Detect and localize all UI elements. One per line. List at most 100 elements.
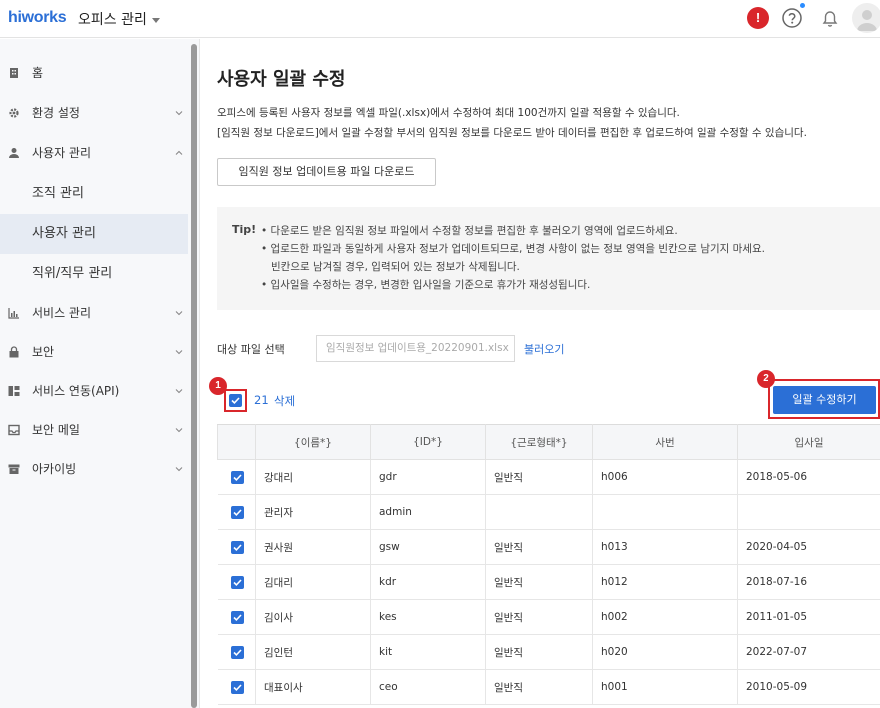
cell-name: 강대리 xyxy=(255,459,371,495)
chevron-down-icon xyxy=(175,350,183,355)
sidebar-item-services[interactable]: 서비스 관리 xyxy=(0,294,188,332)
cell-employee-number: h002 xyxy=(592,599,738,635)
row-checkbox-cell xyxy=(217,564,256,600)
description-line-2: [임직원 정보 다운로드]에서 일괄 수정할 부서의 임직원 정보를 다운로드 … xyxy=(217,127,807,139)
help-icon[interactable] xyxy=(781,7,803,29)
cell-employment-type: 일반직 xyxy=(485,669,593,705)
tip-line: 빈칸으로 남겨질 경우, 입력되어 있는 정보가 삭제됩니다. xyxy=(271,261,520,273)
row-checkbox[interactable] xyxy=(230,541,244,554)
page-title: 사용자 일괄 수정 xyxy=(217,69,346,90)
office-menu-label: 오피스 관리 xyxy=(78,12,147,28)
chevron-down-icon xyxy=(175,428,183,433)
row-checkbox[interactable] xyxy=(230,576,244,589)
file-select-label: 대상 파일 선택 xyxy=(217,343,285,356)
sidebar-item-security[interactable]: 보안 xyxy=(0,333,188,371)
hiworks-logo[interactable]: hiworks xyxy=(8,9,67,27)
cell-name: 김인턴 xyxy=(255,634,371,670)
cell-employee-number: h006 xyxy=(592,459,738,495)
cell-hire-date: 2018-05-06 xyxy=(737,459,880,495)
cell-id: admin xyxy=(370,494,486,530)
cell-name: 대표이사 xyxy=(255,669,371,705)
row-checkbox[interactable] xyxy=(230,646,244,659)
row-checkbox[interactable] xyxy=(230,506,244,519)
column-header-id[interactable]: {ID*} xyxy=(370,424,486,460)
sidebar-item-label: 보안 메일 xyxy=(32,423,80,437)
cell-hire-date: 2010-05-09 xyxy=(737,669,880,705)
table-row[interactable]: 김인턴 kit 일반직 h020 2022-07-07 xyxy=(217,634,880,670)
cell-employee-number: h012 xyxy=(592,564,738,600)
sidebar-item-label: 홈 xyxy=(32,66,44,80)
row-checkbox[interactable] xyxy=(230,471,244,484)
sidebar-item-home[interactable]: 홈 xyxy=(0,54,188,92)
sidebar-item-label: 아카이빙 xyxy=(32,462,77,476)
table-row[interactable]: 관리자 admin xyxy=(217,494,880,530)
cell-employment-type xyxy=(485,494,593,530)
load-file-link[interactable]: 불러오기 xyxy=(524,341,564,357)
column-header-employee-number[interactable]: 사번 xyxy=(592,424,738,460)
table-row[interactable]: 김이사 kes 일반직 h002 2011-01-05 xyxy=(217,599,880,635)
delete-link[interactable]: 삭제 xyxy=(274,393,295,409)
file-input[interactable]: 임직원정보 업데이트용_20220901.xlsx xyxy=(316,335,515,362)
cell-id: gdr xyxy=(370,459,486,495)
row-checkbox-cell xyxy=(217,529,256,565)
mail-icon xyxy=(8,424,20,436)
row-checkbox-cell xyxy=(217,459,256,495)
row-checkbox[interactable] xyxy=(230,681,244,694)
sidebar-scrollbar[interactable] xyxy=(191,44,197,708)
sidebar-subitem-label: 조직 관리 xyxy=(32,186,84,201)
sidebar-item-secure-mail[interactable]: 보안 메일 xyxy=(0,411,188,449)
cell-employment-type: 일반직 xyxy=(485,564,593,600)
chevron-down-icon xyxy=(175,311,183,316)
table-row[interactable]: 강대리 gdr 일반직 h006 2018-05-06 xyxy=(217,459,880,495)
cell-employee-number xyxy=(592,494,738,530)
select-all-checkbox[interactable] xyxy=(229,394,242,407)
bulk-edit-button[interactable]: 일괄 수정하기 xyxy=(773,386,876,414)
cell-hire-date: 2022-07-07 xyxy=(737,634,880,670)
cell-employee-number: h001 xyxy=(592,669,738,705)
chevron-down-icon xyxy=(175,389,183,394)
row-checkbox-cell xyxy=(217,494,256,530)
sidebar-item-users[interactable]: 사용자 관리 xyxy=(0,134,188,172)
download-template-button[interactable]: 임직원 정보 업데이트용 파일 다운로드 xyxy=(217,158,436,186)
cell-employee-number: h013 xyxy=(592,529,738,565)
cell-name: 권사원 xyxy=(255,529,371,565)
caret-down-icon xyxy=(151,17,160,23)
sidebar-item-label: 사용자 관리 xyxy=(32,146,92,160)
row-checkbox-cell xyxy=(217,599,256,635)
cell-id: kdr xyxy=(370,564,486,600)
cell-name: 김이사 xyxy=(255,599,371,635)
description-line-1: 오피스에 등록된 사용자 정보를 엑셀 파일(.xlsx)에서 수정하여 최대 … xyxy=(217,107,680,119)
sidebar-item-api[interactable]: 서비스 연동(API) xyxy=(0,372,188,410)
sidebar-item-label: 환경 설정 xyxy=(32,106,80,120)
sidebar-item-archiving[interactable]: 아카이빙 xyxy=(0,450,188,488)
table-row[interactable]: 권사원 gsw 일반직 h013 2020-04-05 xyxy=(217,529,880,565)
archive-icon xyxy=(8,464,20,474)
chart-icon xyxy=(8,308,19,319)
bell-icon[interactable] xyxy=(819,7,841,29)
cell-name: 관리자 xyxy=(255,494,371,530)
cell-id: kit xyxy=(370,634,486,670)
tip-box: Tip! • 다운로드 받은 임직원 정보 파일에서 수정할 정보를 편집한 후… xyxy=(217,207,880,310)
sidebar-item-settings[interactable]: 환경 설정 xyxy=(0,94,188,132)
row-checkbox[interactable] xyxy=(230,611,244,624)
office-menu[interactable]: 오피스 관리 xyxy=(78,9,160,29)
cell-employee-number: h020 xyxy=(592,634,738,670)
column-header-name[interactable]: {이름*} xyxy=(255,424,371,460)
sidebar-subitem-users[interactable]: 사용자 관리 xyxy=(0,214,188,254)
column-header-employment-type[interactable]: {근로형태*} xyxy=(485,424,593,460)
sidebar-item-label: 서비스 연동(API) xyxy=(32,384,120,398)
column-header-hire-date[interactable]: 입사일 xyxy=(737,424,880,460)
sidebar-subitem-positions[interactable]: 직위/직무 관리 xyxy=(0,254,188,294)
table-row[interactable]: 김대리 kdr 일반직 h012 2018-07-16 xyxy=(217,564,880,600)
alert-icon[interactable]: ! xyxy=(747,7,769,29)
avatar[interactable] xyxy=(852,3,880,33)
row-checkbox-cell xyxy=(217,634,256,670)
cell-hire-date xyxy=(737,494,880,530)
cell-id: gsw xyxy=(370,529,486,565)
selected-count: 21 xyxy=(254,393,269,407)
cell-employment-type: 일반직 xyxy=(485,459,593,495)
cell-hire-date: 2011-01-05 xyxy=(737,599,880,635)
table-row[interactable]: 대표이사 ceo 일반직 h001 2010-05-09 xyxy=(217,669,880,705)
sidebar-item-label: 보안 xyxy=(32,345,55,359)
sidebar-subitem-org[interactable]: 조직 관리 xyxy=(0,174,188,214)
